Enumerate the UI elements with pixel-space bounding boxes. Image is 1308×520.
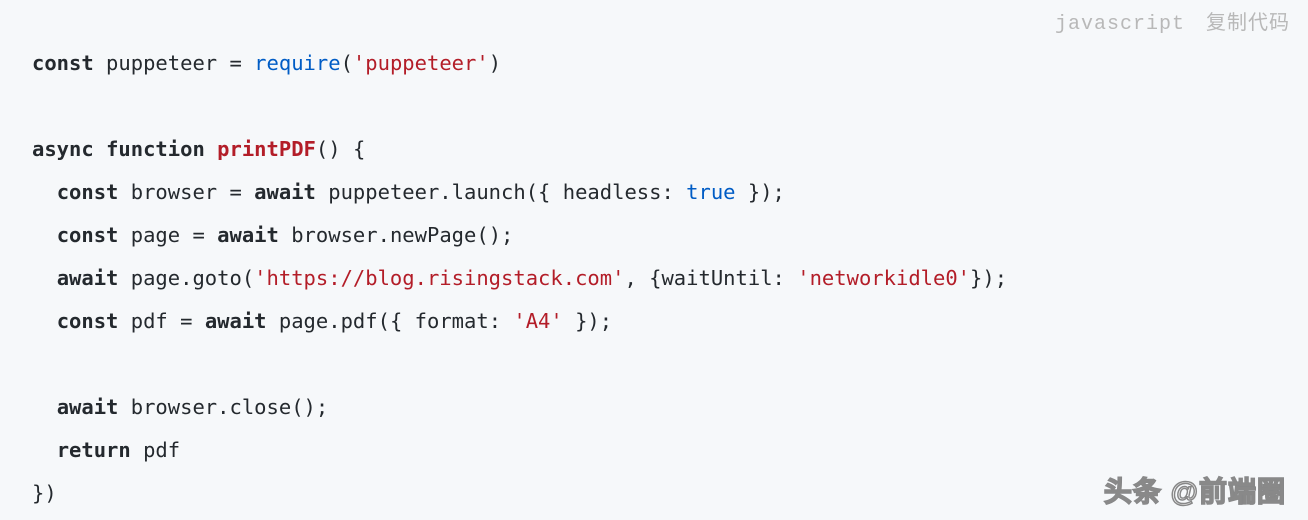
- code-token: page.goto(: [118, 266, 254, 290]
- code-token: [32, 223, 57, 247]
- code-token: await: [205, 309, 267, 333]
- code-token: 'https://blog.risingstack.com': [254, 266, 624, 290]
- code-token: return: [57, 438, 131, 462]
- code-token: await: [254, 180, 316, 204]
- code-token: browser.newPage();: [279, 223, 514, 247]
- code-token: [205, 137, 217, 161]
- code-token: pdf =: [118, 309, 204, 333]
- code-token: 'networkidle0': [797, 266, 970, 290]
- code-token: [32, 266, 57, 290]
- code-token: , {waitUntil:: [624, 266, 797, 290]
- code-token: true: [686, 180, 735, 204]
- code-block-header: javascript 复制代码: [1055, 6, 1290, 36]
- code-token: {: [353, 137, 365, 161]
- code-token: });: [736, 180, 785, 204]
- code-block: const puppeteer = require('puppeteer') a…: [32, 42, 1007, 515]
- code-token: [94, 137, 106, 161]
- code-token: await: [57, 266, 119, 290]
- code-token: const: [57, 223, 119, 247]
- code-token: puppeteer: [94, 51, 230, 75]
- code-token: =: [229, 51, 254, 75]
- code-token: puppeteer.launch({ headless:: [316, 180, 686, 204]
- code-token: ): [489, 51, 501, 75]
- code-token: [32, 180, 57, 204]
- code-token: async: [32, 137, 94, 161]
- code-token: pdf: [131, 438, 180, 462]
- code-token: 'A4': [513, 309, 562, 333]
- code-token: 'puppeteer': [353, 51, 489, 75]
- code-token: await: [57, 395, 119, 419]
- code-token: (: [341, 51, 353, 75]
- code-token: await: [217, 223, 279, 247]
- code-token: });: [563, 309, 612, 333]
- code-token: browser.close();: [118, 395, 328, 419]
- code-token: (): [316, 137, 341, 161]
- code-token: [32, 395, 57, 419]
- code-token: [32, 309, 57, 333]
- code-token: function: [106, 137, 205, 161]
- code-token: browser =: [118, 180, 254, 204]
- copy-code-button[interactable]: 复制代码: [1206, 12, 1290, 34]
- code-token: printPDF: [217, 137, 316, 161]
- code-token: [341, 137, 353, 161]
- code-token: const: [57, 309, 119, 333]
- code-token: require: [254, 51, 340, 75]
- code-token: [32, 438, 57, 462]
- code-token: });: [970, 266, 1007, 290]
- code-token: page =: [118, 223, 217, 247]
- code-language-label: javascript: [1055, 13, 1185, 36]
- code-token: const: [32, 51, 94, 75]
- code-token: const: [57, 180, 119, 204]
- watermark: 头条 @前端圈: [1104, 470, 1286, 510]
- code-token: page.pdf({ format:: [267, 309, 514, 333]
- code-token: }): [32, 481, 57, 505]
